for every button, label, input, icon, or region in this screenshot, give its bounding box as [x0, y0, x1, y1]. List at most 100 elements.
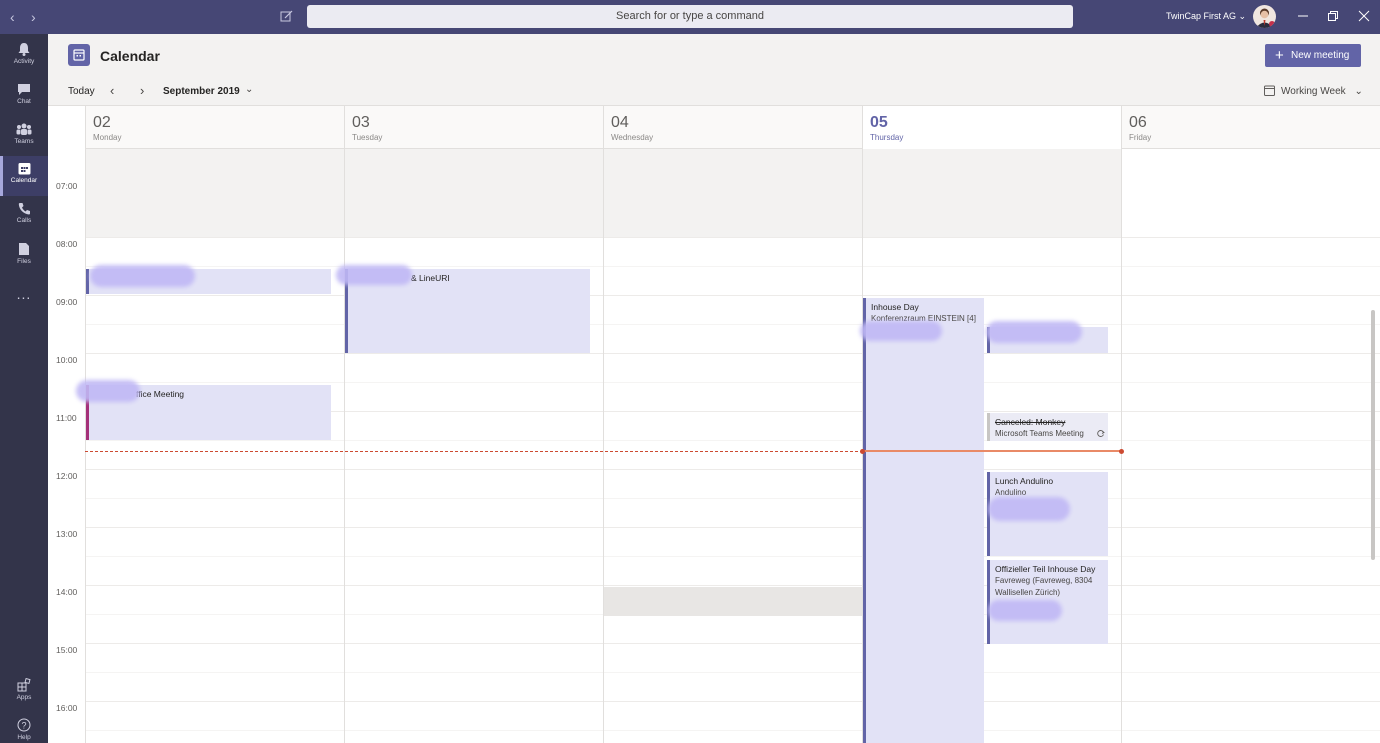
time-grid[interactable]: 07:00 08:00 09:00 10:00 11:00 12:00 13:0… — [48, 149, 1380, 743]
hour-line — [85, 469, 1380, 470]
event-title: Lunch Andulino — [995, 476, 1054, 486]
plus-icon: + — [1275, 47, 1284, 64]
new-meeting-button[interactable]: + New meeting — [1265, 44, 1361, 67]
recurring-icon — [1097, 430, 1105, 437]
half-hour-line — [85, 556, 1380, 557]
view-selector[interactable]: Working Week ⌄ — [1281, 86, 1363, 97]
rail-calls[interactable]: Calls — [0, 196, 48, 236]
day-number: 02 — [93, 114, 111, 131]
view-selector-label: Working Week — [1281, 86, 1346, 97]
redaction-blur — [988, 600, 1062, 621]
event-location: Favreweg (Favreweg, 8304 — [995, 576, 1093, 585]
redaction-blur — [336, 265, 412, 285]
day-header-monday[interactable]: 02 Monday — [85, 106, 344, 149]
avatar[interactable] — [1253, 5, 1276, 28]
redaction-blur — [988, 497, 1070, 521]
day-header-friday[interactable]: 06 Friday — [1121, 106, 1380, 149]
chevron-down-icon: ⌄ — [1354, 86, 1363, 97]
current-time-dot — [1119, 449, 1124, 454]
rail-chat[interactable]: Chat — [0, 76, 48, 116]
day-number: 06 — [1129, 114, 1147, 131]
hour-line — [85, 585, 1380, 586]
org-switcher[interactable]: TwinCap First AG ⌄ — [1166, 11, 1246, 22]
teams-icon — [16, 123, 32, 135]
minimize-icon[interactable] — [1296, 9, 1310, 23]
prev-week-button[interactable]: ‹ — [110, 83, 114, 98]
time-label: 10:00 — [56, 355, 78, 365]
forward-button[interactable]: › — [31, 9, 36, 25]
half-hour-line — [85, 266, 1380, 267]
rail-label: Chat — [17, 98, 31, 105]
search-input[interactable]: Search for or type a command — [307, 5, 1073, 28]
help-icon: ? — [17, 718, 31, 732]
time-label: 07:00 — [56, 181, 78, 191]
rail-apps[interactable]: Apps — [0, 672, 48, 712]
rail-calendar[interactable]: Calendar — [0, 156, 48, 196]
redaction-blur — [90, 265, 195, 287]
half-hour-line — [85, 730, 1380, 731]
compose-icon[interactable] — [279, 8, 295, 24]
column-line — [603, 149, 604, 743]
half-hour-line — [85, 672, 1380, 673]
rail-label: Teams — [14, 138, 34, 145]
day-name: Wednesday — [611, 133, 654, 142]
day-header-wednesday[interactable]: 04 Wednesday — [603, 106, 862, 149]
time-label: 09:00 — [56, 297, 78, 307]
calendar-icon — [18, 163, 30, 175]
svg-text:?: ? — [21, 721, 26, 731]
page-header: Calendar + New meeting — [48, 34, 1380, 76]
day-number: 05 — [870, 114, 888, 131]
calendar-grid: 02 Monday 03 Tuesday 04 Wednesday 05 Thu… — [48, 106, 1380, 743]
hour-line — [85, 353, 1380, 354]
rail-label: Activity — [13, 58, 35, 65]
apps-icon — [17, 678, 31, 692]
app-rail: Activity Chat Teams Calendar Calls Files — [0, 34, 48, 743]
half-hour-line — [85, 440, 1380, 441]
day-number: 04 — [611, 114, 629, 131]
half-hour-line — [85, 324, 1380, 325]
column-line — [344, 149, 345, 743]
more-apps-button[interactable]: ... — [0, 286, 48, 302]
hour-line — [85, 295, 1380, 296]
rail-files[interactable]: Files — [0, 236, 48, 276]
today-button[interactable]: Today — [68, 86, 95, 97]
hour-line — [85, 701, 1380, 702]
busy-block — [604, 587, 862, 616]
event-thursday-canceled-monkey[interactable]: Canceled: Monkey Microsoft Teams Meeting — [987, 413, 1108, 441]
new-meeting-label: New meeting — [1291, 50, 1350, 61]
file-icon — [19, 243, 29, 255]
day-name: Thursday — [870, 133, 904, 142]
day-name: Monday — [93, 133, 122, 142]
half-hour-line — [85, 382, 1380, 383]
vertical-scrollbar[interactable] — [1371, 310, 1375, 560]
next-week-button[interactable]: › — [140, 83, 144, 98]
close-icon[interactable] — [1357, 9, 1371, 23]
chevron-down-icon[interactable]: ⌄ — [245, 84, 253, 95]
chat-icon — [18, 84, 30, 95]
day-header-tuesday[interactable]: 03 Tuesday — [344, 106, 603, 149]
rail-help[interactable]: ? Help — [0, 712, 48, 743]
event-title: Inhouse Day — [871, 302, 919, 312]
month-selector[interactable]: September 2019 — [163, 86, 240, 97]
day-name: Friday — [1129, 133, 1152, 142]
time-label: 15:00 — [56, 645, 78, 655]
time-label: 16:00 — [56, 703, 78, 713]
rail-label: Calls — [16, 217, 32, 224]
restore-icon[interactable] — [1326, 9, 1340, 23]
hour-line — [85, 643, 1380, 644]
column-line — [1121, 149, 1122, 743]
phone-icon — [18, 203, 30, 215]
current-time-dot — [860, 449, 865, 454]
column-line — [85, 149, 86, 743]
day-header-thursday[interactable]: 05 Thursday — [862, 106, 1121, 149]
title-bar: ‹ › Search for or type a command TwinCap… — [0, 0, 1380, 34]
rail-teams[interactable]: Teams — [0, 116, 48, 156]
time-label: 13:00 — [56, 529, 78, 539]
event-thursday-inhouse-day[interactable]: Inhouse Day Konferenzraum EINSTEIN [4] — [863, 298, 984, 743]
redaction-blur — [986, 321, 1082, 343]
hour-line — [85, 527, 1380, 528]
hour-line — [85, 237, 1380, 238]
time-label: 11:00 — [56, 413, 77, 423]
back-button[interactable]: ‹ — [10, 9, 15, 25]
rail-activity[interactable]: Activity — [0, 36, 48, 76]
